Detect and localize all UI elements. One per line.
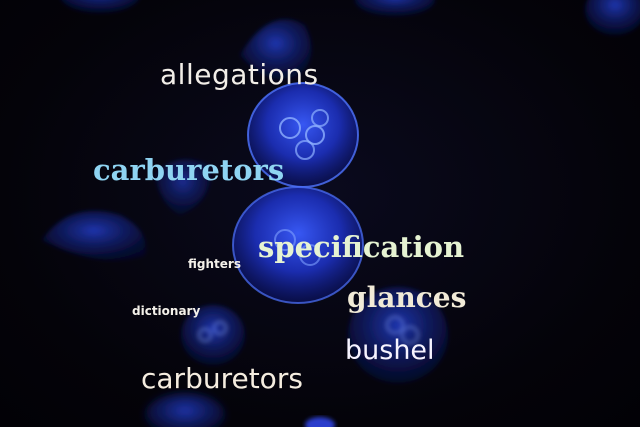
word-bushel: bushel xyxy=(345,335,435,366)
jellyfish-bottom-left xyxy=(145,393,225,427)
word-fighters: fighters xyxy=(188,257,241,271)
word-carburetors-2: carburetors xyxy=(141,362,303,395)
word-specification: specification xyxy=(258,230,465,264)
jellyfish-illustration xyxy=(42,0,640,427)
word-allegations: allegations xyxy=(160,58,319,91)
word-carburetors-1: carburetors xyxy=(93,153,285,187)
jellyfish-top-center xyxy=(355,0,435,16)
word-glances: glances xyxy=(347,281,467,314)
jellyfish-photo: allegations carburetors fighters specifi… xyxy=(0,0,640,427)
word-dictionary: dictionary xyxy=(132,304,201,318)
jellyfish-bottom-center xyxy=(305,417,335,427)
jellyfish-top-right xyxy=(585,0,640,35)
jellyfish-left xyxy=(42,210,146,260)
jellyfish-top-left xyxy=(61,0,139,13)
